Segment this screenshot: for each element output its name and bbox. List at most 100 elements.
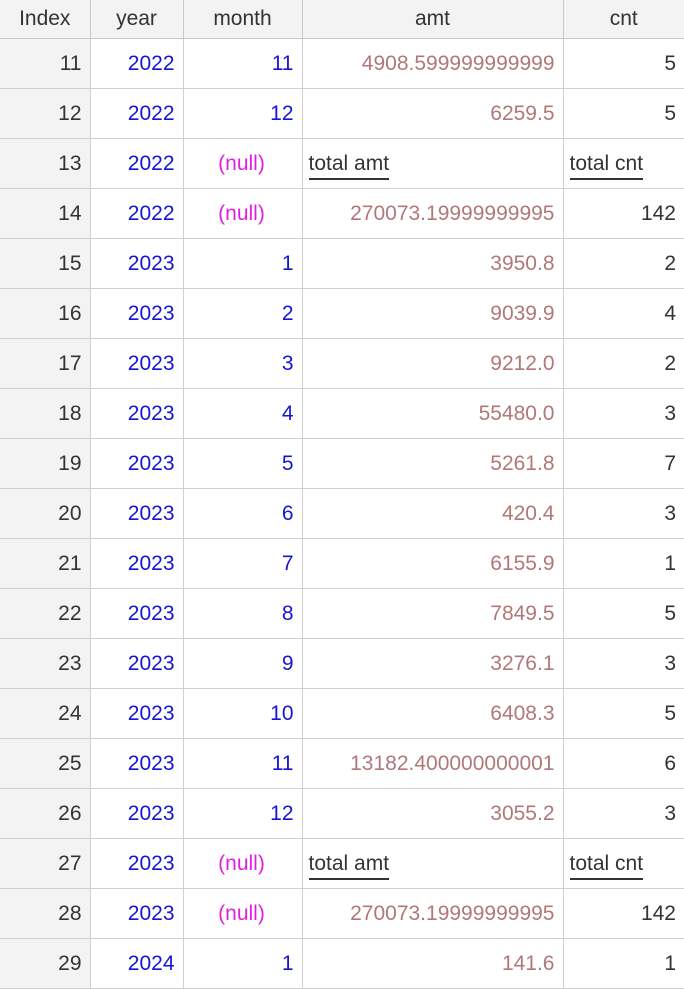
row-index-cell[interactable]: 21 <box>0 538 91 589</box>
amt-cell[interactable]: 6408.3 <box>301 688 564 739</box>
table-row[interactable]: 15 2023 1 3950.8 2 <box>0 238 684 289</box>
amt-cell[interactable]: 13182.400000000001 <box>301 738 564 789</box>
year-cell[interactable]: 2023 <box>89 538 184 589</box>
column-header-amt[interactable]: amt <box>301 0 564 39</box>
cnt-cell[interactable]: 3 <box>562 488 684 539</box>
amt-cell[interactable]: 55480.0 <box>301 388 564 439</box>
row-index-cell[interactable]: 16 <box>0 288 91 339</box>
cnt-cell[interactable]: 3 <box>562 388 684 439</box>
table-row[interactable]: 21 2023 7 6155.9 1 <box>0 538 684 589</box>
cnt-cell[interactable]: 5 <box>562 88 684 139</box>
column-header-month[interactable]: month <box>182 0 303 39</box>
table-row[interactable]: 23 2023 9 3276.1 3 <box>0 638 684 689</box>
cnt-cell[interactable]: 142 <box>562 888 684 939</box>
cnt-label-cell[interactable]: total cnt <box>562 838 684 889</box>
cnt-cell[interactable]: 2 <box>562 238 684 289</box>
month-cell[interactable]: (null) <box>182 838 303 889</box>
row-index-cell[interactable]: 18 <box>0 388 91 439</box>
row-index-cell[interactable]: 14 <box>0 188 91 239</box>
month-cell[interactable]: 5 <box>182 438 303 489</box>
amt-cell[interactable]: 420.4 <box>301 488 564 539</box>
year-cell[interactable]: 2023 <box>89 888 184 939</box>
cnt-cell[interactable]: 3 <box>562 788 684 839</box>
amt-cell[interactable]: 3055.2 <box>301 788 564 839</box>
table-row[interactable]: 22 2023 8 7849.5 5 <box>0 588 684 639</box>
column-header-year[interactable]: year <box>89 0 184 39</box>
cnt-cell[interactable]: 5 <box>562 38 684 89</box>
month-cell[interactable]: (null) <box>182 888 303 939</box>
year-cell[interactable]: 2023 <box>89 388 184 439</box>
year-cell[interactable]: 2022 <box>89 38 184 89</box>
amt-label-cell[interactable]: total amt <box>301 138 564 189</box>
row-index-cell[interactable]: 23 <box>0 638 91 689</box>
table-row[interactable]: 11 2022 11 4908.599999999999 5 <box>0 38 684 89</box>
year-cell[interactable]: 2022 <box>89 88 184 139</box>
cnt-cell[interactable]: 4 <box>562 288 684 339</box>
table-row[interactable]: 24 2023 10 6408.3 5 <box>0 688 684 739</box>
month-cell[interactable]: 1 <box>182 938 303 989</box>
row-index-cell[interactable]: 28 <box>0 888 91 939</box>
month-cell[interactable]: 10 <box>182 688 303 739</box>
amt-cell[interactable]: 3950.8 <box>301 238 564 289</box>
month-cell[interactable]: 1 <box>182 238 303 289</box>
month-cell[interactable]: 11 <box>182 738 303 789</box>
year-cell[interactable]: 2022 <box>89 188 184 239</box>
year-cell[interactable]: 2023 <box>89 588 184 639</box>
cnt-label-cell[interactable]: total cnt <box>562 138 684 189</box>
cnt-cell[interactable]: 1 <box>562 938 684 989</box>
month-cell[interactable]: 9 <box>182 638 303 689</box>
month-cell[interactable]: 12 <box>182 788 303 839</box>
month-cell[interactable]: 6 <box>182 488 303 539</box>
amt-cell[interactable]: 270073.19999999995 <box>301 188 564 239</box>
row-index-cell[interactable]: 22 <box>0 588 91 639</box>
table-row[interactable]: 18 2023 4 55480.0 3 <box>0 388 684 439</box>
row-index-cell[interactable]: 26 <box>0 788 91 839</box>
row-index-cell[interactable]: 13 <box>0 138 91 189</box>
month-cell[interactable]: 3 <box>182 338 303 389</box>
column-header-cnt[interactable]: cnt <box>562 0 684 39</box>
row-index-cell[interactable]: 15 <box>0 238 91 289</box>
amt-label-cell[interactable]: total amt <box>301 838 564 889</box>
year-cell[interactable]: 2023 <box>89 638 184 689</box>
year-cell[interactable]: 2023 <box>89 338 184 389</box>
column-header-index[interactable]: Index <box>0 0 91 39</box>
row-index-cell[interactable]: 12 <box>0 88 91 139</box>
year-cell[interactable]: 2022 <box>89 138 184 189</box>
table-row[interactable]: 28 2023 (null) 270073.19999999995 142 <box>0 888 684 939</box>
amt-cell[interactable]: 270073.19999999995 <box>301 888 564 939</box>
table-row[interactable]: 26 2023 12 3055.2 3 <box>0 788 684 839</box>
year-cell[interactable]: 2023 <box>89 288 184 339</box>
year-cell[interactable]: 2023 <box>89 838 184 889</box>
month-cell[interactable]: 8 <box>182 588 303 639</box>
amt-cell[interactable]: 3276.1 <box>301 638 564 689</box>
month-cell[interactable]: 2 <box>182 288 303 339</box>
row-index-cell[interactable]: 24 <box>0 688 91 739</box>
year-cell[interactable]: 2023 <box>89 788 184 839</box>
year-cell[interactable]: 2023 <box>89 738 184 789</box>
cnt-cell[interactable]: 6 <box>562 738 684 789</box>
table-row[interactable]: 17 2023 3 9212.0 2 <box>0 338 684 389</box>
table-row[interactable]: 12 2022 12 6259.5 5 <box>0 88 684 139</box>
row-index-cell[interactable]: 25 <box>0 738 91 789</box>
month-cell[interactable]: (null) <box>182 188 303 239</box>
table-row[interactable]: 13 2022 (null) total amt total cnt <box>0 138 684 189</box>
table-row[interactable]: 25 2023 11 13182.400000000001 6 <box>0 738 684 789</box>
year-cell[interactable]: 2023 <box>89 688 184 739</box>
table-row[interactable]: 20 2023 6 420.4 3 <box>0 488 684 539</box>
amt-cell[interactable]: 6155.9 <box>301 538 564 589</box>
table-row[interactable]: 14 2022 (null) 270073.19999999995 142 <box>0 188 684 239</box>
amt-cell[interactable]: 7849.5 <box>301 588 564 639</box>
month-cell[interactable]: 12 <box>182 88 303 139</box>
amt-cell[interactable]: 4908.599999999999 <box>301 38 564 89</box>
cnt-cell[interactable]: 1 <box>562 538 684 589</box>
amt-cell[interactable]: 9212.0 <box>301 338 564 389</box>
cnt-cell[interactable]: 5 <box>562 588 684 639</box>
cnt-cell[interactable]: 2 <box>562 338 684 389</box>
amt-cell[interactable]: 6259.5 <box>301 88 564 139</box>
row-index-cell[interactable]: 29 <box>0 938 91 989</box>
month-cell[interactable]: 4 <box>182 388 303 439</box>
cnt-cell[interactable]: 7 <box>562 438 684 489</box>
row-index-cell[interactable]: 19 <box>0 438 91 489</box>
cnt-cell[interactable]: 5 <box>562 688 684 739</box>
month-cell[interactable]: 11 <box>182 38 303 89</box>
